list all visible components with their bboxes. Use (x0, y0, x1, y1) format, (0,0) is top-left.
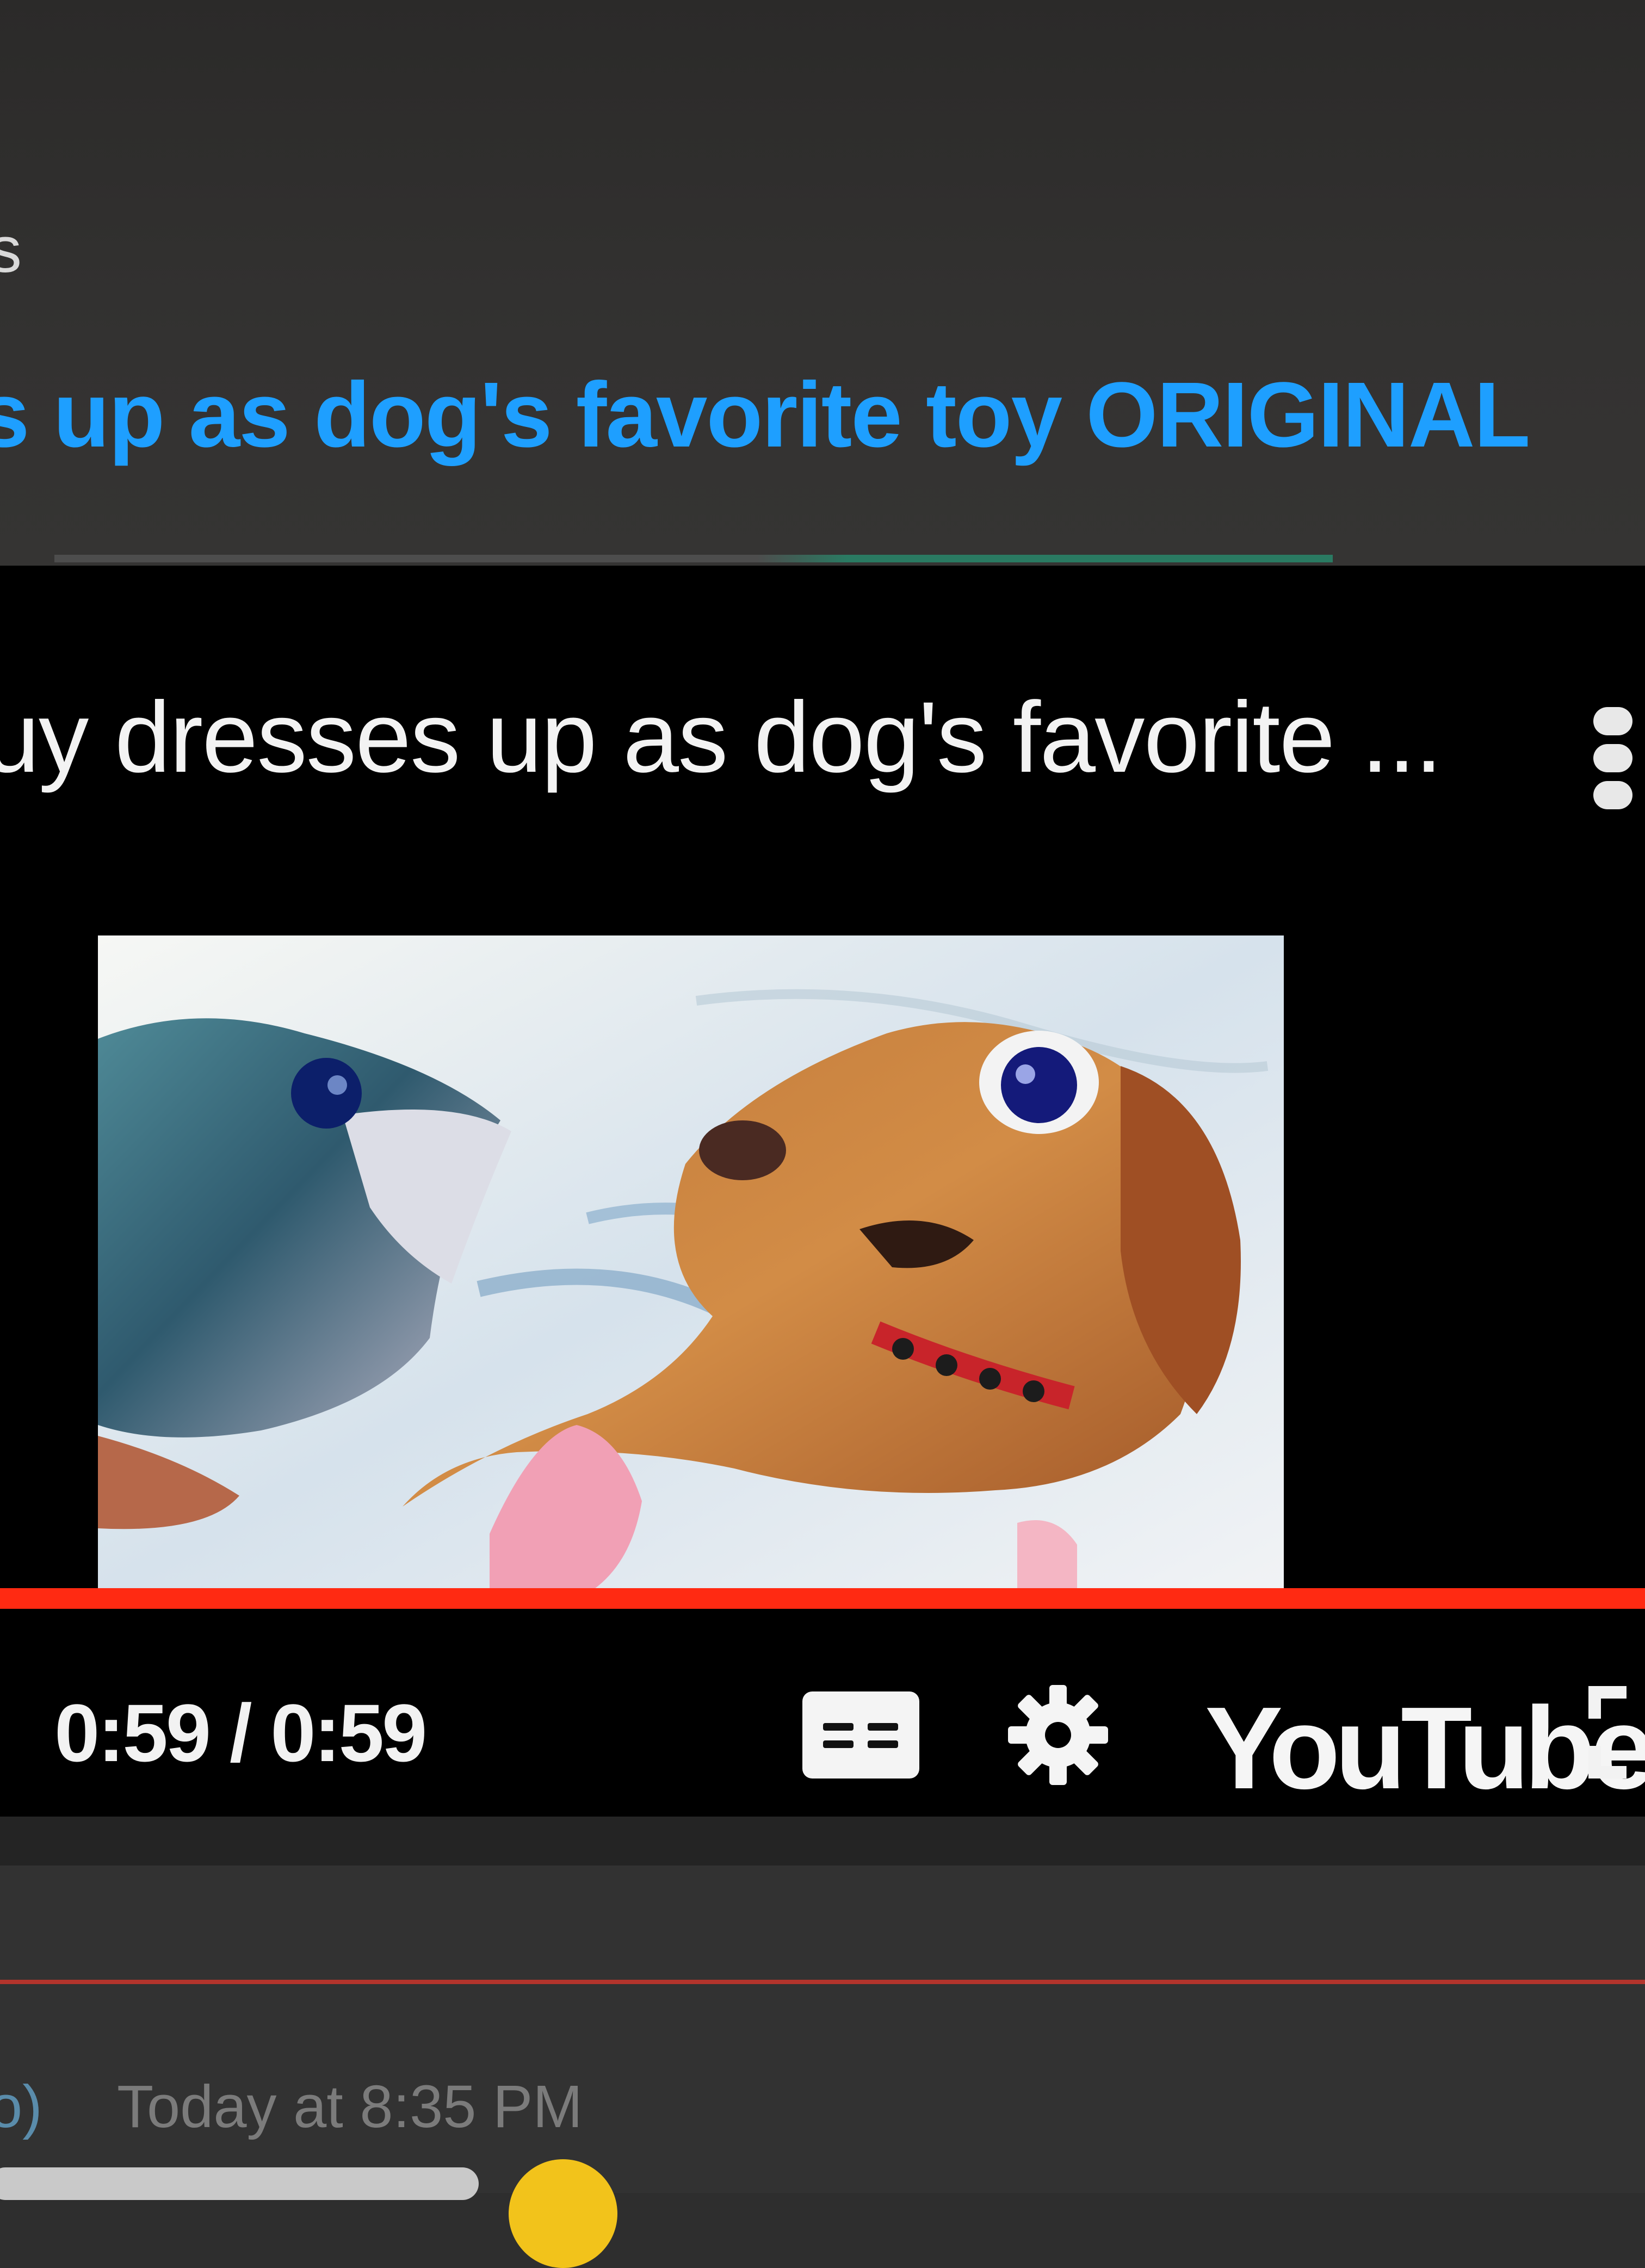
top-text-fragment: s (0, 213, 22, 286)
gear-icon[interactable] (1004, 1681, 1112, 1789)
closed-captions-icon[interactable] (802, 1691, 919, 1779)
time-display: 0:59 / 0:59 (54, 1687, 427, 1779)
progress-bar[interactable] (0, 1588, 1645, 1609)
fullscreen-icon[interactable] (1587, 1684, 1645, 1780)
more-vert-icon[interactable] (1588, 707, 1637, 816)
embed-link-title[interactable]: s up as dog's favorite toy ORIGINAL (0, 362, 1530, 468)
youtube-logo[interactable]: YouTube (1205, 1681, 1645, 1815)
next-message-text (0, 2167, 479, 2200)
timestamp-prefix: o) (0, 2073, 42, 2140)
video-thumbnail[interactable] (98, 935, 1284, 1594)
emoji-icon (509, 2159, 617, 2268)
player-bottom-edge (0, 1817, 1645, 1866)
thumbnail-art (98, 935, 1284, 1594)
chat-background (0, 0, 1645, 566)
message-area (0, 1866, 1645, 2193)
message-timestamp: Today at 8:35 PM (117, 2073, 583, 2140)
video-title[interactable]: uy dresses up as dog's favorite ... (0, 680, 1443, 795)
embed-accent-line (54, 555, 1333, 562)
new-messages-divider (0, 1980, 1645, 1984)
